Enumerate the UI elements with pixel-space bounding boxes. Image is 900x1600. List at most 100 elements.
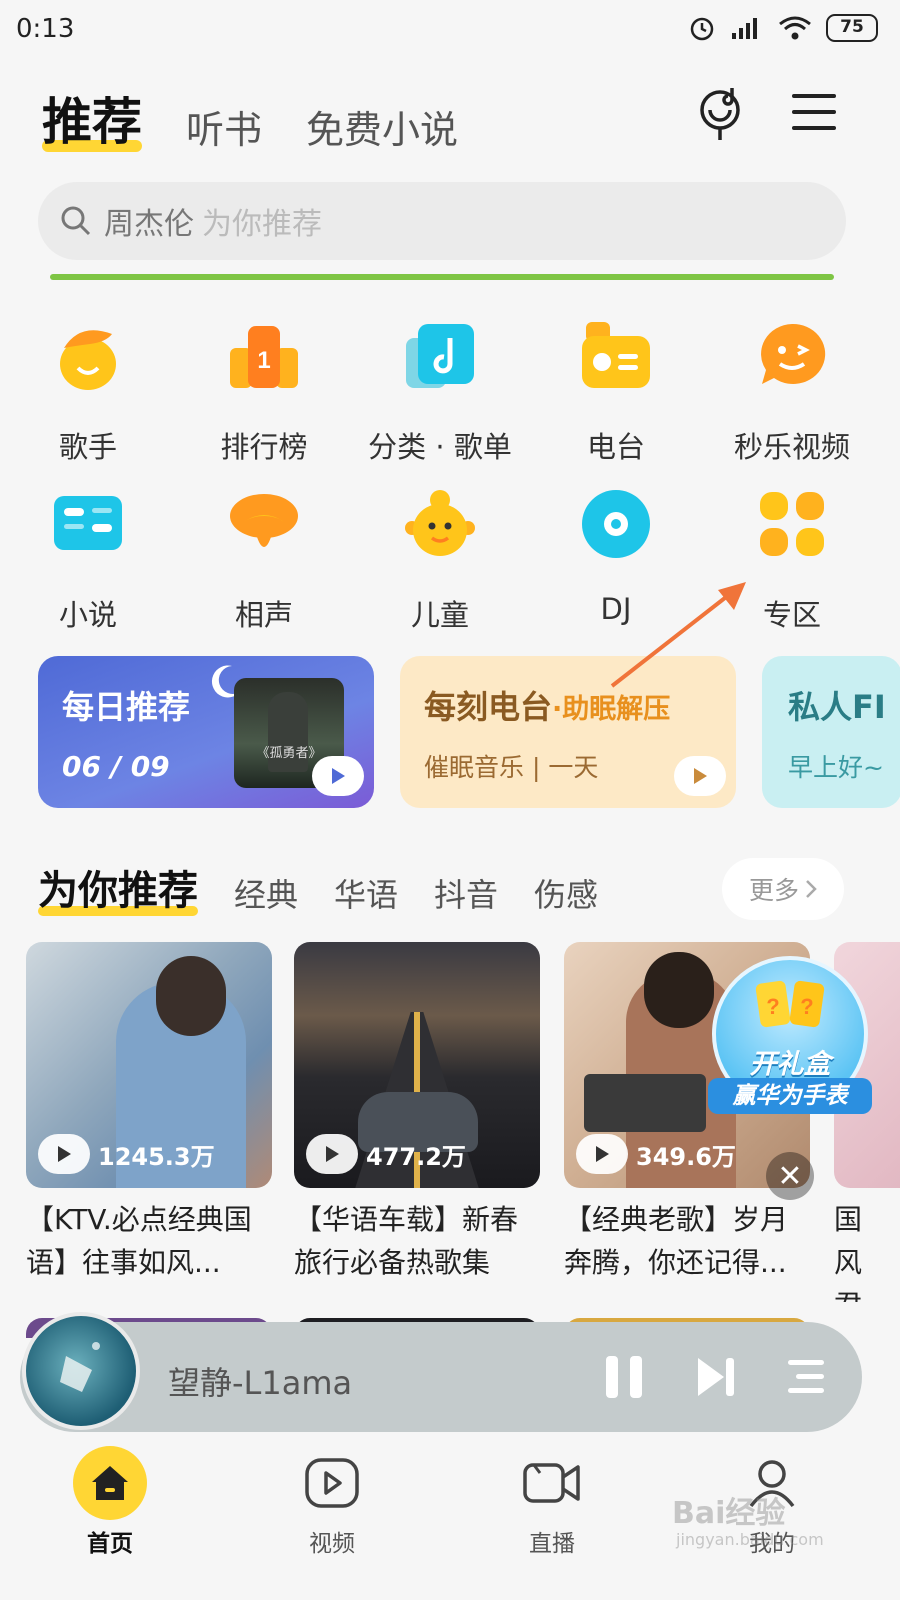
playlist-title: 【经典老歌】岁月奔腾，你还记得... bbox=[564, 1203, 789, 1279]
grid-label-category: 分类 · 歌单 bbox=[368, 430, 512, 464]
tab-audiobook[interactable]: 听书 bbox=[186, 99, 262, 154]
pause-icon[interactable] bbox=[602, 1354, 646, 1400]
grid-item-video[interactable]: 秒乐视频 bbox=[704, 318, 880, 466]
radio-title-main: 每刻电台 bbox=[424, 688, 553, 726]
next-track-icon[interactable] bbox=[694, 1354, 738, 1400]
radio-title-suffix: ·助眠解压 bbox=[552, 694, 671, 725]
music-note-icon bbox=[406, 324, 474, 388]
daily-recommend-card[interactable]: 每日推荐 06 / 09 《孤勇者》 bbox=[38, 656, 374, 808]
gift-box-promo[interactable]: ? ? 开礼盒 赢华为手表 bbox=[708, 956, 872, 1122]
play-count-value: 1245.3万 bbox=[98, 1142, 215, 1171]
grid-item-singer[interactable]: 歌手 bbox=[0, 318, 176, 466]
play-count-value: 349.6万 bbox=[636, 1142, 736, 1171]
album-art-image bbox=[60, 1342, 100, 1392]
more-button[interactable]: 更多 bbox=[722, 858, 844, 920]
rec-tab-for-you[interactable]: 为你推荐 bbox=[38, 858, 198, 916]
wifi-icon bbox=[779, 16, 811, 40]
signal-icon bbox=[732, 18, 757, 39]
daily-card-date: 06 / 09 bbox=[62, 750, 170, 783]
more-label: 更多 bbox=[748, 876, 799, 905]
playlist-title: 【华语车载】新春旅行必备热歌集 bbox=[294, 1203, 519, 1279]
grid-item-novel[interactable]: 小说 bbox=[0, 486, 176, 634]
svg-text:1: 1 bbox=[257, 347, 270, 374]
book-icon bbox=[54, 496, 122, 550]
play-count: 1245.3万 bbox=[38, 1134, 215, 1174]
annotation-arrow-icon bbox=[610, 582, 746, 688]
grid-item-rank[interactable]: 1 排行榜 bbox=[176, 318, 352, 466]
play-count-value: 477.2万 bbox=[366, 1142, 466, 1171]
play-circle-icon bbox=[576, 1134, 628, 1174]
playlist-card[interactable]: 1245.3万 【KTV.必点经典国语】往事如风... bbox=[26, 942, 272, 1284]
progress-divider bbox=[50, 274, 834, 280]
alarm-icon bbox=[690, 17, 714, 41]
radio-card-subtitle: 催眠音乐 | 一天 bbox=[424, 753, 599, 782]
menu-icon[interactable] bbox=[792, 92, 836, 132]
nav-live[interactable]: 直播 bbox=[492, 1446, 612, 1558]
playlist-cover: 1245.3万 bbox=[26, 942, 272, 1188]
search-icon bbox=[61, 206, 91, 236]
search-hint: 为你推荐 bbox=[202, 207, 322, 242]
play-count: 349.6万 bbox=[576, 1134, 736, 1174]
baidu-watermark-url: jingyan.baidu.com bbox=[676, 1530, 824, 1549]
rec-tab-sad[interactable]: 伤感 bbox=[534, 870, 598, 916]
gift-line2: 赢华为手表 bbox=[708, 1078, 872, 1114]
chat-face-icon bbox=[761, 323, 826, 384]
rec-tab-chinese[interactable]: 华语 bbox=[334, 870, 398, 916]
crosstalk-icon bbox=[230, 494, 298, 547]
daily-card-title: 每日推荐 bbox=[62, 688, 191, 726]
play-icon bbox=[694, 768, 707, 784]
nav-home-icon-wrap bbox=[73, 1446, 147, 1520]
nav-video-label: 视频 bbox=[309, 1531, 355, 1557]
karaoke-mic-icon[interactable] bbox=[694, 84, 750, 144]
search-bar[interactable]: 周杰伦 为你推荐 bbox=[38, 182, 846, 260]
video-play-icon bbox=[295, 1446, 369, 1520]
fm-card-title: 私人FI bbox=[788, 688, 886, 726]
gift-line1: 开礼盒 bbox=[749, 1049, 831, 1080]
grid-item-crosstalk[interactable]: 相声 bbox=[176, 486, 352, 634]
disc-icon bbox=[582, 490, 650, 558]
fm-card-subtitle: 早上好~ bbox=[788, 753, 884, 782]
svg-text:?: ? bbox=[766, 994, 779, 1019]
radio-play-button[interactable] bbox=[674, 756, 726, 796]
grid-item-children[interactable]: 儿童 bbox=[352, 486, 528, 634]
playlist-title: 【KTV.必点经典国语】往事如风... bbox=[26, 1203, 252, 1279]
search-keyword: 周杰伦 bbox=[104, 207, 194, 242]
top-tabs: 推荐 听书 免费小说 bbox=[42, 82, 458, 154]
grid-label-rank: 排行榜 bbox=[220, 430, 308, 464]
grid-label-crosstalk: 相声 bbox=[234, 598, 293, 632]
tab-free-novel[interactable]: 免费小说 bbox=[306, 99, 458, 154]
radio-icon bbox=[582, 322, 650, 388]
tab-recommend[interactable]: 推荐 bbox=[42, 82, 142, 154]
player-album-art[interactable] bbox=[22, 1312, 140, 1430]
grid-item-radio[interactable]: 电台 bbox=[528, 318, 704, 466]
private-fm-card[interactable]: 私人FI 早上好~ bbox=[762, 656, 900, 808]
gift-box-icon: ? ? bbox=[755, 980, 825, 1028]
grid-label-children: 儿童 bbox=[410, 598, 469, 632]
rec-tab-douyin[interactable]: 抖音 bbox=[434, 870, 498, 916]
chart-rank-icon: 1 bbox=[230, 326, 298, 388]
playlist-card[interactable]: 477.2万 【华语车载】新春旅行必备热歌集 bbox=[294, 942, 540, 1284]
status-bar: 0:13 75 bbox=[0, 0, 900, 60]
play-circle-icon bbox=[38, 1134, 90, 1174]
play-icon bbox=[332, 768, 345, 784]
status-time: 0:13 bbox=[16, 14, 75, 44]
grid-zone-icon bbox=[760, 492, 824, 556]
nav-video[interactable]: 视频 bbox=[272, 1446, 392, 1558]
baidu-watermark: Bai经验 bbox=[672, 1496, 786, 1531]
grid-label-video: 秒乐视频 bbox=[733, 430, 850, 464]
singer-icon bbox=[60, 330, 116, 390]
grid-item-category[interactable]: 分类 · 歌单 bbox=[352, 318, 528, 466]
rec-tab-classic[interactable]: 经典 bbox=[234, 870, 298, 916]
status-icons: 75 bbox=[688, 14, 878, 42]
grid-label-singer: 歌手 bbox=[58, 430, 117, 464]
svg-text:?: ? bbox=[800, 994, 813, 1019]
daily-play-button[interactable] bbox=[312, 756, 364, 796]
chevron-right-icon bbox=[806, 880, 817, 898]
playlist-queue-icon[interactable] bbox=[786, 1356, 826, 1398]
close-icon[interactable]: ✕ bbox=[766, 1152, 814, 1200]
home-icon bbox=[73, 1446, 147, 1520]
grid-label-novel: 小说 bbox=[58, 598, 117, 632]
nav-home[interactable]: 首页 bbox=[50, 1446, 170, 1558]
live-camera-icon bbox=[515, 1446, 589, 1520]
recommend-tabs: 为你推荐 经典 华语 抖音 伤感 bbox=[38, 858, 598, 916]
